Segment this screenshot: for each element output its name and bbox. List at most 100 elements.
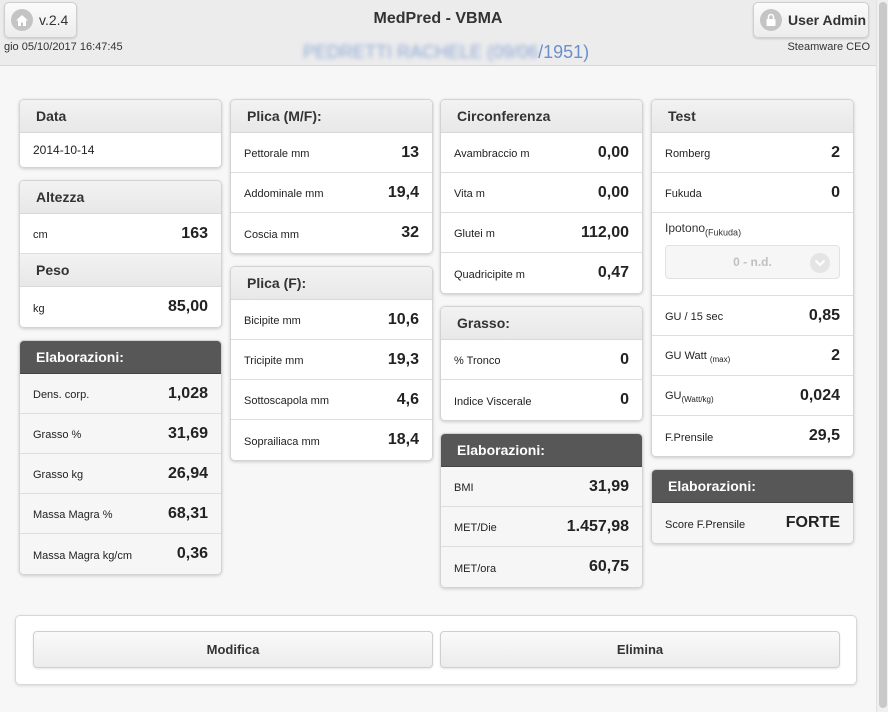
data-row: 2014-10-14 [20,133,221,167]
list-item: BMI 31,99 [441,467,642,507]
guwattkg-label: GU(Watt/kg) [665,387,714,404]
test-panel: Test Romberg 2 Fukuda 0 Ipotono(Fukuda) 0 … [651,99,854,457]
lock-icon [760,9,782,31]
list-item: % Tronco 0 [441,340,642,380]
user-button[interactable]: User Admin [753,2,869,38]
row-label: Soprailiaca mm [244,435,320,448]
list-item: Pettorale mm 13 [231,133,432,173]
circonferenza-panel: Circonferenza Avambraccio m 0,00 Vita m 0,… [440,99,643,294]
patient-name: PEDRETTI RACHELE (09/06/1951) [303,42,589,63]
list-item: Soprailiaca mm 18,4 [231,420,432,460]
action-bar: Modifica Elimina [15,615,857,685]
row-value: 13 [401,143,419,161]
patient-name-obscured: PEDRETTI RACHELE (09/06 [303,42,539,62]
row-value: 1.457,98 [566,517,629,535]
row-value: 0,47 [597,264,629,281]
ipotono-selected-value: 0 - n.d. [733,255,772,270]
row-label: Addominale mm [244,188,324,200]
row-value: 10,6 [387,310,419,328]
row-label: Pettorale mm [244,148,310,160]
row-label: BMI [454,482,474,494]
ipotono-select[interactable]: 0 - n.d. [665,245,840,280]
modifica-button[interactable]: Modifica [33,631,433,668]
company-label: Steamware CEO [787,41,870,53]
altezza-title: Altezza [20,181,221,214]
list-item: Massa Magra % 68,31 [20,494,221,534]
row-value: 19,3 [387,350,419,368]
plica-mf-panel: Plica (M/F): Pettorale mm 13 Addominale m… [230,99,433,254]
peso-unit: kg [33,302,45,315]
row-value: 18,4 [387,431,419,448]
altezza-row: cm 163 [20,214,221,254]
altezza-value: 163 [181,224,208,242]
guwattkg-label-sub: (Watt/kg) [681,395,714,405]
scrollbar-thumb[interactable] [879,2,887,708]
romberg-value: 2 [831,143,840,161]
fprensile-label: F.Prensile [665,431,714,444]
row-value: 19,4 [387,183,419,201]
row-label: MET/ora [454,562,497,575]
ipotono-label-text: Ipotono [665,221,706,235]
patient-name-visible: /1951) [538,42,590,62]
row-value: 1,028 [167,384,208,402]
row-value: 60,75 [588,558,629,575]
score-value: FORTE [785,514,840,531]
row-label: % Tronco [454,355,501,367]
column-4: Test Romberg 2 Fukuda 0 Ipotono(Fukuda) 0 … [651,99,854,556]
romberg-label: Romberg [665,148,711,160]
row-value: 0 [620,391,629,408]
row-label: Indice Viscerale [454,395,532,408]
row-value: 31,99 [588,477,629,495]
row-label: Massa Magra kg/cm [33,549,133,562]
app-title: MedPred - VBMA [373,10,503,27]
guwatt-label-text: GU Watt [665,349,707,362]
row-label: Vita m [454,188,485,200]
list-item: Tricipite mm 19,3 [231,340,432,380]
elaborazioni-title-3: Elaborazioni: [652,470,853,503]
list-item: Grasso % 31,69 [20,414,221,454]
list-item: Bicipite mm 10,6 [231,300,432,340]
row-label: Dens. corp. [33,389,90,401]
plica-f-panel: Plica (F): Bicipite mm 10,6 Tricipite mm 1… [230,266,433,461]
elaborazioni-panel-1: Elaborazioni: Dens. corp. 1,028 Grasso % 3… [19,340,222,575]
scrollbar[interactable] [876,0,888,712]
guwatt-row: GU Watt (max) 2 [652,336,853,376]
guwattkg-row: GU(Watt/kg) 0,024 [652,376,853,416]
gu15-row: GU / 15 sec 0,85 [652,296,853,336]
altezza-unit: cm [33,229,48,241]
row-value: 26,94 [167,464,208,482]
fprensile-row: F.Prensile 29,5 [652,416,853,456]
ipotono-label: Ipotono(Fukuda) [665,221,840,237]
guwattkg-value: 0,024 [799,386,840,404]
column-3: Circonferenza Avambraccio m 0,00 Vita m 0,… [440,99,643,600]
fukuda-row: Fukuda 0 [652,173,853,213]
row-value: 4,6 [396,390,419,408]
data-panel: Data 2014-10-14 [19,99,222,168]
row-label: Coscia mm [244,228,300,241]
elimina-button[interactable]: Elimina [440,631,840,668]
elaborazioni-title-2: Elaborazioni: [441,434,642,467]
row-label: Sottoscapola mm [244,395,329,407]
list-item: Avambraccio m 0,00 [441,133,642,173]
row-label: Massa Magra % [33,509,113,521]
gu15-value: 0,85 [808,306,840,324]
list-item: Massa Magra kg/cm 0,36 [20,534,221,574]
row-label: Grasso % [33,429,82,441]
chevron-down-icon [810,253,830,274]
grasso-panel: Grasso: % Tronco 0 Indice Viscerale 0 [440,306,643,421]
circonferenza-title: Circonferenza [441,100,642,133]
gu15-label: GU / 15 sec [665,311,724,323]
row-label: Quadricipite m [454,268,525,281]
altezza-peso-panel: Altezza cm 163 Peso kg 85,00 [19,180,222,328]
guwatt-label: GU Watt (max) [665,347,730,364]
plica-mf-title: Plica (M/F): [231,100,432,133]
list-item: MET/Die 1.457,98 [441,507,642,547]
fukuda-value: 0 [831,183,840,201]
fprensile-value: 29,5 [808,427,840,444]
elaborazioni-title-1: Elaborazioni: [20,341,221,374]
list-item: Dens. corp. 1,028 [20,374,221,414]
list-item: Quadricipite m 0,47 [441,253,642,293]
guwattkg-label-text: GU [665,389,682,402]
list-item: Indice Viscerale 0 [441,380,642,420]
plica-f-title: Plica (F): [231,267,432,300]
